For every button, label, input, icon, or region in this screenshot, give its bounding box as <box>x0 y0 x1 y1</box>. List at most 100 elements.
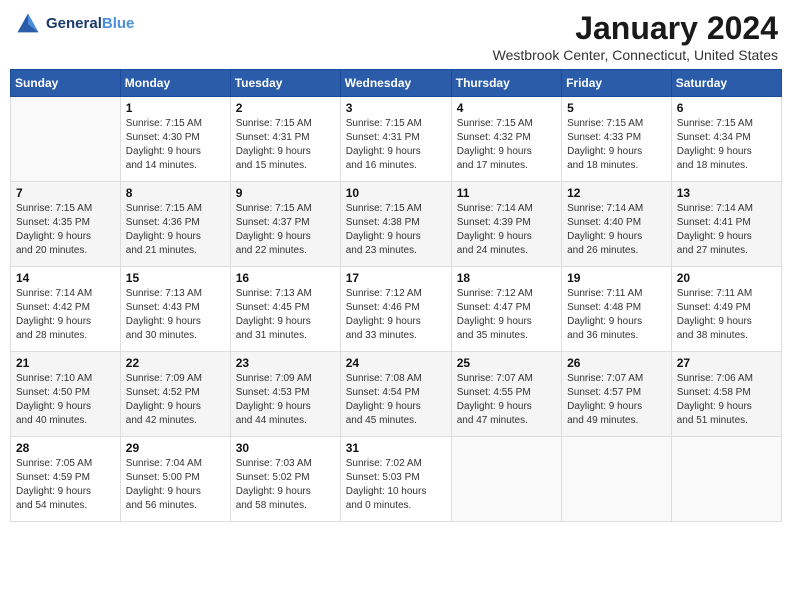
day-number: 6 <box>677 101 776 115</box>
day-number: 8 <box>126 186 225 200</box>
day-info: Sunrise: 7:15 AM Sunset: 4:34 PM Dayligh… <box>677 117 776 173</box>
day-info: Sunrise: 7:15 AM Sunset: 4:31 PM Dayligh… <box>346 117 446 173</box>
calendar-day-cell <box>562 437 672 522</box>
day-number: 11 <box>457 186 556 200</box>
weekday-header-cell: Thursday <box>451 70 561 97</box>
day-info: Sunrise: 7:14 AM Sunset: 4:41 PM Dayligh… <box>677 202 776 258</box>
calendar-day-cell: 26Sunrise: 7:07 AM Sunset: 4:57 PM Dayli… <box>562 352 672 437</box>
day-info: Sunrise: 7:02 AM Sunset: 5:03 PM Dayligh… <box>346 457 446 513</box>
day-info: Sunrise: 7:15 AM Sunset: 4:35 PM Dayligh… <box>16 202 115 258</box>
calendar-day-cell: 16 Sunrise: 7:13 AM Sunset: 4:45 PM Dayli… <box>230 267 340 352</box>
calendar-day-cell: 5 Sunrise: 7:15 AM Sunset: 4:33 PM Daylig… <box>562 97 672 182</box>
day-number: 19 <box>567 271 666 285</box>
calendar-day-cell: 22Sunrise: 7:09 AM Sunset: 4:52 PM Dayli… <box>120 352 230 437</box>
calendar-day-cell: 10 Sunrise: 7:15 AM Sunset: 4:38 PM Dayli… <box>340 182 451 267</box>
logo-text: GeneralBlue <box>46 15 134 33</box>
day-number: 15 <box>126 271 225 285</box>
day-number: 9 <box>236 186 335 200</box>
day-number: 13 <box>677 186 776 200</box>
day-info: Sunrise: 7:09 AM Sunset: 4:53 PM Dayligh… <box>236 372 335 428</box>
day-info: Sunrise: 7:11 AM Sunset: 4:49 PM Dayligh… <box>677 287 776 343</box>
calendar-day-cell: 28 Sunrise: 7:05 AM Sunset: 4:59 PM Dayli… <box>11 437 121 522</box>
location-text: Westbrook Center, Connecticut, United St… <box>493 47 778 63</box>
day-info: Sunrise: 7:04 AM Sunset: 5:00 PM Dayligh… <box>126 457 225 513</box>
calendar-day-cell: 3 Sunrise: 7:15 AM Sunset: 4:31 PM Daylig… <box>340 97 451 182</box>
day-info: Sunrise: 7:15 AM Sunset: 4:31 PM Dayligh… <box>236 117 335 173</box>
day-number: 14 <box>16 271 115 285</box>
calendar-day-cell: 18Sunrise: 7:12 AM Sunset: 4:47 PM Dayli… <box>451 267 561 352</box>
day-number: 30 <box>236 441 335 455</box>
day-info: Sunrise: 7:15 AM Sunset: 4:33 PM Dayligh… <box>567 117 666 173</box>
day-info: Sunrise: 7:14 AM Sunset: 4:42 PM Dayligh… <box>16 287 115 343</box>
day-number: 20 <box>677 271 776 285</box>
calendar-day-cell: 13 Sunrise: 7:14 AM Sunset: 4:41 PM Dayli… <box>671 182 781 267</box>
weekday-header-cell: Friday <box>562 70 672 97</box>
day-number: 3 <box>346 101 446 115</box>
calendar-day-cell: 1 Sunrise: 7:15 AM Sunset: 4:30 PM Daylig… <box>120 97 230 182</box>
calendar-day-cell: 31Sunrise: 7:02 AM Sunset: 5:03 PM Dayli… <box>340 437 451 522</box>
calendar-day-cell: 7 Sunrise: 7:15 AM Sunset: 4:35 PM Daylig… <box>11 182 121 267</box>
calendar-day-cell: 8 Sunrise: 7:15 AM Sunset: 4:36 PM Daylig… <box>120 182 230 267</box>
day-info: Sunrise: 7:15 AM Sunset: 4:37 PM Dayligh… <box>236 202 335 258</box>
calendar-day-cell: 21Sunrise: 7:10 AM Sunset: 4:50 PM Dayli… <box>11 352 121 437</box>
calendar-day-cell: 19Sunrise: 7:11 AM Sunset: 4:48 PM Dayli… <box>562 267 672 352</box>
title-block: January 2024 Westbrook Center, Connectic… <box>493 10 778 63</box>
calendar-day-cell: 25 Sunrise: 7:07 AM Sunset: 4:55 PM Dayli… <box>451 352 561 437</box>
calendar-table: SundayMondayTuesdayWednesdayThursdayFrid… <box>10 69 782 522</box>
day-info: Sunrise: 7:09 AM Sunset: 4:52 PM Dayligh… <box>126 372 225 428</box>
day-info: Sunrise: 7:08 AM Sunset: 4:54 PM Dayligh… <box>346 372 446 428</box>
day-number: 28 <box>16 441 115 455</box>
day-number: 27 <box>677 356 776 370</box>
day-info: Sunrise: 7:07 AM Sunset: 4:57 PM Dayligh… <box>567 372 666 428</box>
day-number: 7 <box>16 186 115 200</box>
calendar-day-cell: 15 Sunrise: 7:13 AM Sunset: 4:43 PM Dayli… <box>120 267 230 352</box>
day-info: Sunrise: 7:05 AM Sunset: 4:59 PM Dayligh… <box>16 457 115 513</box>
day-number: 1 <box>126 101 225 115</box>
weekday-header-row: SundayMondayTuesdayWednesdayThursdayFrid… <box>11 70 782 97</box>
calendar-day-cell <box>671 437 781 522</box>
day-info: Sunrise: 7:13 AM Sunset: 4:45 PM Dayligh… <box>236 287 335 343</box>
logo: GeneralBlue <box>14 10 134 38</box>
calendar-week-row: 21Sunrise: 7:10 AM Sunset: 4:50 PM Dayli… <box>11 352 782 437</box>
calendar-day-cell: 11Sunrise: 7:14 AM Sunset: 4:39 PM Dayli… <box>451 182 561 267</box>
calendar-day-cell: 20 Sunrise: 7:11 AM Sunset: 4:49 PM Dayli… <box>671 267 781 352</box>
day-info: Sunrise: 7:07 AM Sunset: 4:55 PM Dayligh… <box>457 372 556 428</box>
weekday-header-cell: Sunday <box>11 70 121 97</box>
day-number: 16 <box>236 271 335 285</box>
day-info: Sunrise: 7:15 AM Sunset: 4:38 PM Dayligh… <box>346 202 446 258</box>
day-number: 2 <box>236 101 335 115</box>
day-info: Sunrise: 7:15 AM Sunset: 4:36 PM Dayligh… <box>126 202 225 258</box>
weekday-header-cell: Wednesday <box>340 70 451 97</box>
calendar-week-row: 28 Sunrise: 7:05 AM Sunset: 4:59 PM Dayli… <box>11 437 782 522</box>
day-number: 23 <box>236 356 335 370</box>
calendar-day-cell: 14 Sunrise: 7:14 AM Sunset: 4:42 PM Dayli… <box>11 267 121 352</box>
calendar-day-cell <box>451 437 561 522</box>
calendar-day-cell <box>11 97 121 182</box>
logo-icon <box>14 10 42 38</box>
calendar-day-cell: 30 Sunrise: 7:03 AM Sunset: 5:02 PM Dayli… <box>230 437 340 522</box>
day-number: 10 <box>346 186 446 200</box>
day-number: 29 <box>126 441 225 455</box>
day-info: Sunrise: 7:03 AM Sunset: 5:02 PM Dayligh… <box>236 457 335 513</box>
day-number: 25 <box>457 356 556 370</box>
day-number: 18 <box>457 271 556 285</box>
calendar-day-cell: 23 Sunrise: 7:09 AM Sunset: 4:53 PM Dayli… <box>230 352 340 437</box>
calendar-day-cell: 6 Sunrise: 7:15 AM Sunset: 4:34 PM Daylig… <box>671 97 781 182</box>
day-number: 4 <box>457 101 556 115</box>
day-info: Sunrise: 7:13 AM Sunset: 4:43 PM Dayligh… <box>126 287 225 343</box>
calendar-day-cell: 27Sunrise: 7:06 AM Sunset: 4:58 PM Dayli… <box>671 352 781 437</box>
day-number: 17 <box>346 271 446 285</box>
weekday-header-cell: Saturday <box>671 70 781 97</box>
calendar-week-row: 7 Sunrise: 7:15 AM Sunset: 4:35 PM Daylig… <box>11 182 782 267</box>
day-info: Sunrise: 7:10 AM Sunset: 4:50 PM Dayligh… <box>16 372 115 428</box>
day-number: 12 <box>567 186 666 200</box>
day-info: Sunrise: 7:15 AM Sunset: 4:30 PM Dayligh… <box>126 117 225 173</box>
calendar-day-cell: 12Sunrise: 7:14 AM Sunset: 4:40 PM Dayli… <box>562 182 672 267</box>
day-number: 5 <box>567 101 666 115</box>
weekday-header-cell: Monday <box>120 70 230 97</box>
calendar-day-cell: 24 Sunrise: 7:08 AM Sunset: 4:54 PM Dayli… <box>340 352 451 437</box>
day-number: 24 <box>346 356 446 370</box>
calendar-week-row: 14 Sunrise: 7:14 AM Sunset: 4:42 PM Dayli… <box>11 267 782 352</box>
calendar-day-cell: 9 Sunrise: 7:15 AM Sunset: 4:37 PM Daylig… <box>230 182 340 267</box>
weekday-header-cell: Tuesday <box>230 70 340 97</box>
